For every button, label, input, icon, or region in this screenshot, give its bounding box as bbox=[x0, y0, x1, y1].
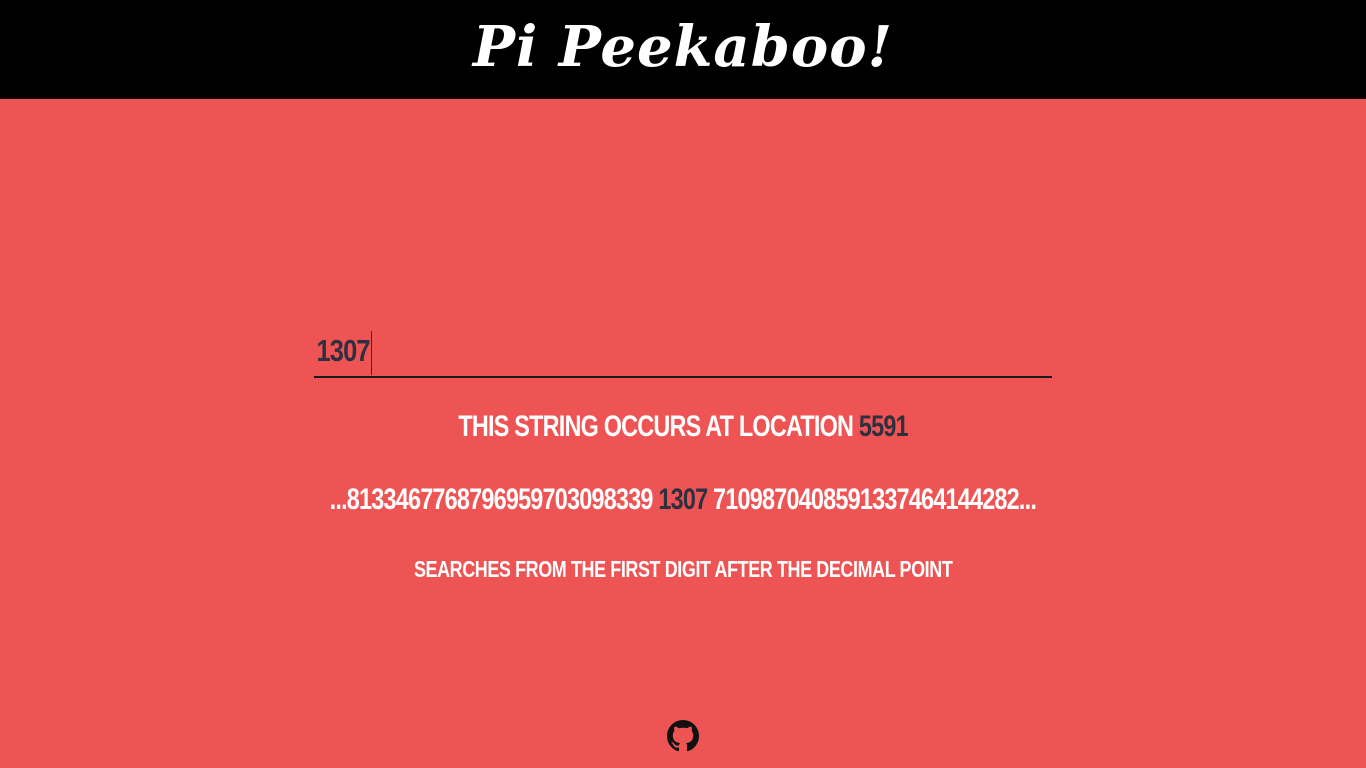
app-title: Pi Peekaboo! bbox=[472, 13, 894, 80]
result-text: THIS STRING OCCURS AT LOCATION 5591 bbox=[458, 410, 909, 444]
digits-after: 7109870408591337464144282... bbox=[713, 483, 1037, 516]
result-location: 5591 bbox=[858, 410, 909, 443]
digits-before: ...8133467768796959703098339 bbox=[329, 483, 654, 516]
github-link[interactable] bbox=[667, 720, 699, 752]
digits-match: 1307 bbox=[658, 483, 709, 516]
note-text: SEARCHES FROM THE FIRST DIGIT AFTER THE … bbox=[413, 556, 953, 582]
app-header: Pi Peekaboo! bbox=[0, 0, 1366, 99]
result-message: THIS STRING OCCURS AT LOCATION 5591 bbox=[0, 410, 1366, 444]
search-field-container bbox=[314, 326, 1052, 378]
digits-text: ...8133467768796959703098339 1307 710987… bbox=[329, 483, 1037, 517]
text-caret bbox=[371, 331, 372, 375]
search-input[interactable] bbox=[314, 326, 1052, 376]
search-note: SEARCHES FROM THE FIRST DIGIT AFTER THE … bbox=[0, 556, 1366, 583]
result-prefix: THIS STRING OCCURS AT LOCATION bbox=[458, 410, 854, 443]
github-icon bbox=[667, 720, 699, 752]
digits-context: ...8133467768796959703098339 1307 710987… bbox=[0, 483, 1366, 517]
